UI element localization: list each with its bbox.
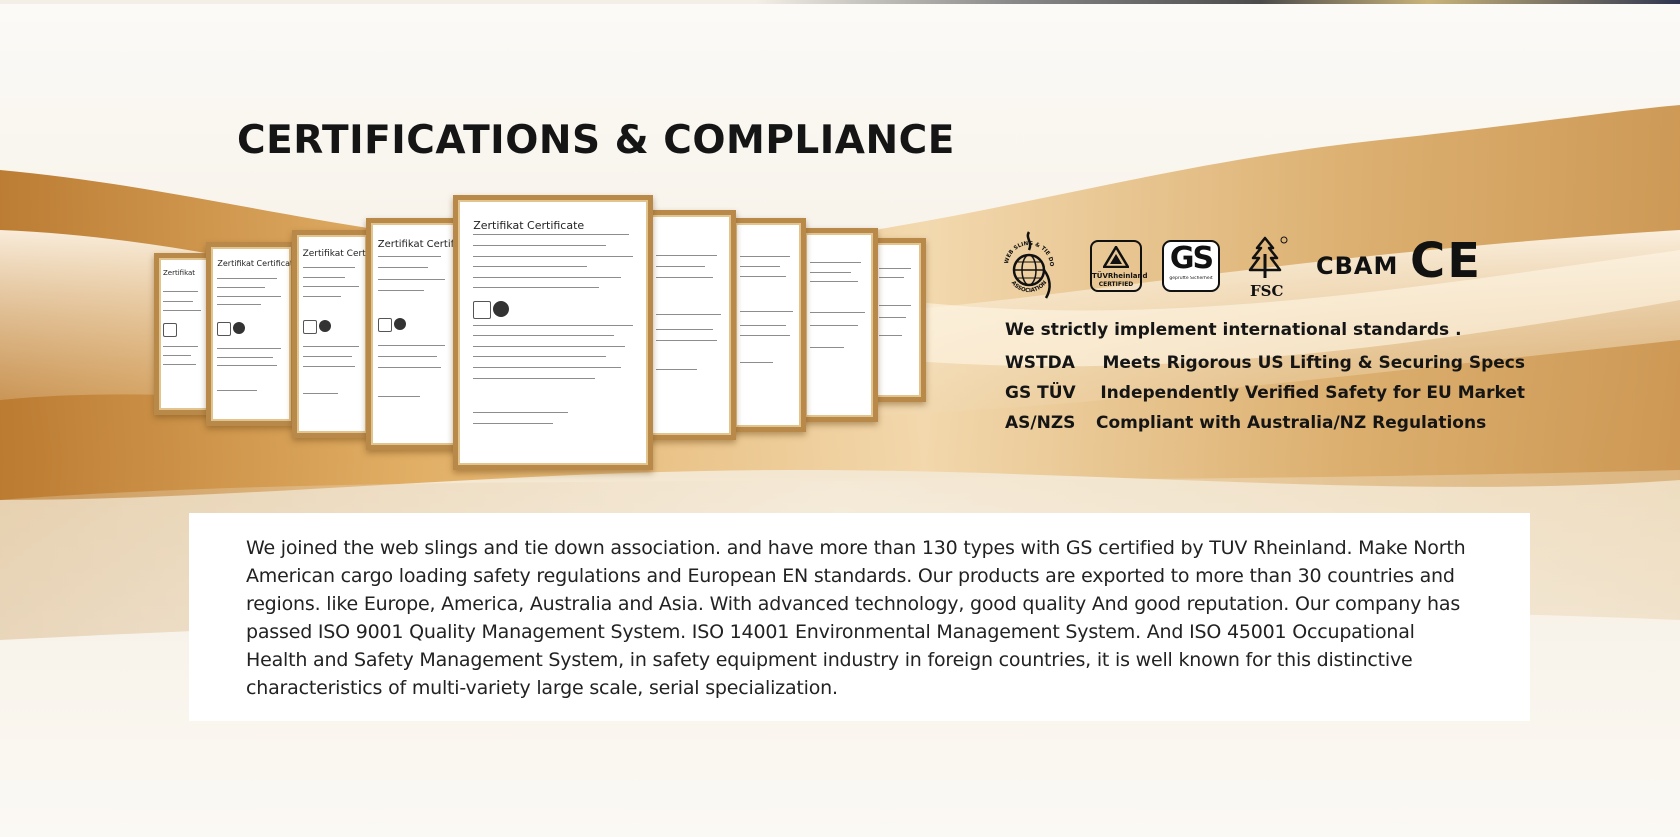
tuv-badge-icon <box>473 300 492 319</box>
certificate-9 <box>870 238 926 402</box>
gs-badge-icon <box>393 318 406 331</box>
certificate-heading: Zertifikat Certificate <box>217 259 296 269</box>
certificate-8 <box>800 228 878 422</box>
tuv-triangle-icon <box>1101 244 1131 269</box>
certificate-1: Zertifikat <box>154 253 214 415</box>
certificate-gallery: Zertifikat Zertifikat Certificate Zertif… <box>150 190 940 475</box>
certificate-4: Zertifikat Certificate <box>366 218 460 450</box>
certificate-heading: Zertifikat <box>163 268 196 277</box>
certificate-7 <box>730 218 806 432</box>
fsc-label: FSC <box>1250 282 1284 300</box>
tuv-badge-icon <box>163 323 177 338</box>
gs-badge-icon <box>318 320 331 333</box>
ce-mark-logo: CE <box>1410 233 1483 289</box>
fsc-tree-icon <box>1248 236 1288 278</box>
standard-row-as-nzs: AS/NZS Compliant with Australia/NZ Regul… <box>1005 408 1525 438</box>
tuv-badge-icon <box>302 320 317 335</box>
page-title: CERTIFICATIONS & COMPLIANCE <box>237 118 955 163</box>
standard-description: Independently Verified Safety for EU Mar… <box>1100 383 1525 403</box>
cbam-logo: CBAM <box>1316 252 1399 280</box>
gs-badge-icon <box>493 300 510 317</box>
standards-headline: We strictly implement international stan… <box>1005 320 1462 340</box>
tuv-brand-text: TÜVRheinland <box>1092 272 1148 280</box>
wstda-logo-icon: WEB SLING & TIE DOWN ASSOCIATION <box>1000 228 1054 299</box>
wstda-bottom-text: ASSOCIATION <box>1010 280 1049 295</box>
certification-logos: WEB SLING & TIE DOWN ASSOCIATION TÜVRhei… <box>1000 228 1480 306</box>
standards-list: We strictly implement international stan… <box>1005 320 1525 438</box>
gs-sub-text: geprüfte Sicherheit <box>1169 276 1213 281</box>
gs-brand-text: GS <box>1169 241 1214 276</box>
gs-badge-icon <box>233 321 246 334</box>
certificate-2: Zertifikat Certificate <box>206 242 296 426</box>
standard-code: AS/NZS <box>1005 413 1076 433</box>
standard-code: GS TÜV <box>1005 383 1076 403</box>
certificate-heading: Zertifikat Certificate <box>302 248 369 259</box>
about-company-text: We joined the web slings and tie down as… <box>246 537 1466 699</box>
svg-text:ASSOCIATION: ASSOCIATION <box>1010 280 1049 295</box>
tuv-badge-icon <box>217 321 232 336</box>
standard-description: Compliant with Australia/NZ Regulations <box>1096 413 1487 433</box>
certificate-6 <box>644 210 736 440</box>
about-company-panel: We joined the web slings and tie down as… <box>189 513 1530 721</box>
certificate-3: Zertifikat Certificate <box>292 230 372 438</box>
tuv-certified-text: CERTIFIED <box>1098 281 1134 288</box>
standard-row-wstda: WSTDA Meets Rigorous US Lifting & Securi… <box>1005 348 1525 378</box>
certificate-heading: Zertifikat Certificate <box>473 218 585 232</box>
standard-code: WSTDA <box>1005 353 1075 373</box>
standard-description: Meets Rigorous US Lifting & Securing Spe… <box>1102 353 1525 373</box>
gs-logo: GS geprüfte Sicherheit <box>1162 240 1220 292</box>
tuv-badge-icon <box>377 318 392 333</box>
standard-row-gs-tuv: GS TÜV Independently Verified Safety for… <box>1005 378 1525 408</box>
tuv-rheinland-logo: TÜVRheinland CERTIFIED <box>1090 240 1148 292</box>
certificate-heading: Zertifikat Certificate <box>377 238 455 250</box>
certificate-5: Zertifikat Certificate <box>453 195 653 470</box>
